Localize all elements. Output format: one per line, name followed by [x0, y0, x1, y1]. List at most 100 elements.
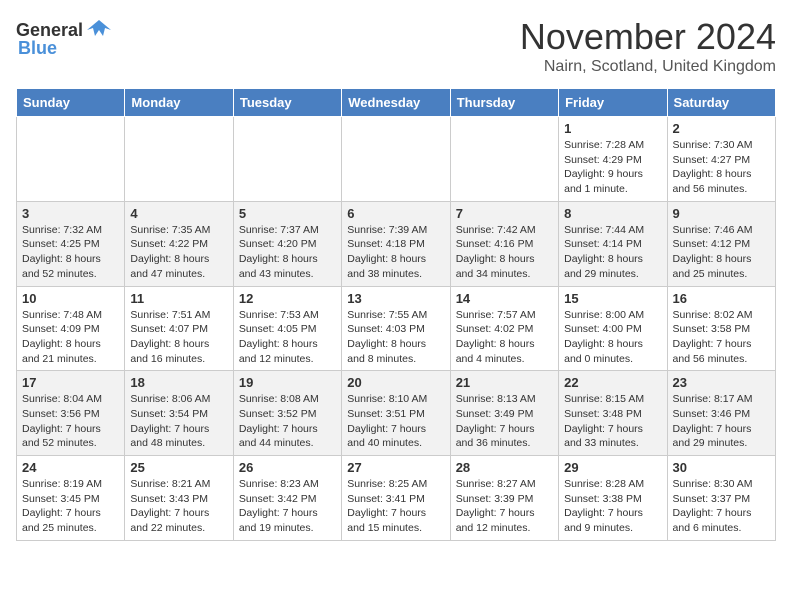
calendar-cell: 17 Sunrise: 8:04 AMSunset: 3:56 PMDayligh…	[17, 371, 125, 456]
day-number: 25	[130, 460, 227, 475]
cell-info: Sunrise: 7:32 AMSunset: 4:25 PMDaylight:…	[22, 223, 119, 282]
calendar-cell: 9 Sunrise: 7:46 AMSunset: 4:12 PMDaylight…	[667, 201, 775, 286]
cell-info: Sunrise: 8:06 AMSunset: 3:54 PMDaylight:…	[130, 392, 227, 451]
cell-info: Sunrise: 7:35 AMSunset: 4:22 PMDaylight:…	[130, 223, 227, 282]
calendar-cell: 16 Sunrise: 8:02 AMSunset: 3:58 PMDayligh…	[667, 286, 775, 371]
calendar-cell: 4 Sunrise: 7:35 AMSunset: 4:22 PMDaylight…	[125, 201, 233, 286]
day-number: 23	[673, 375, 770, 390]
column-header-friday: Friday	[559, 89, 667, 117]
calendar-cell	[342, 117, 450, 202]
logo-text-blue: Blue	[18, 38, 57, 59]
calendar-cell: 13Sunrise: 7:55 AMSunset: 4:03 PMDayligh…	[342, 286, 450, 371]
calendar-cell: 27Sunrise: 8:25 AMSunset: 3:41 PMDayligh…	[342, 456, 450, 541]
calendar-cell	[125, 117, 233, 202]
day-number: 19	[239, 375, 336, 390]
cell-info: Sunrise: 8:02 AMSunset: 3:58 PMDaylight:…	[673, 308, 770, 367]
day-number: 3	[22, 206, 119, 221]
logo-bird-icon	[85, 16, 113, 44]
title-block: November 2024 Nairn, Scotland, United Ki…	[520, 16, 776, 76]
column-header-thursday: Thursday	[450, 89, 558, 117]
calendar-cell: 10 Sunrise: 7:48 AMSunset: 4:09 PMDayligh…	[17, 286, 125, 371]
cell-info: Sunrise: 7:30 AMSunset: 4:27 PMDaylight:…	[673, 138, 770, 197]
day-number: 6	[347, 206, 444, 221]
cell-info: Sunrise: 8:23 AMSunset: 3:42 PMDaylight:…	[239, 477, 336, 536]
page-header: General Blue November 2024 Nairn, Scotla…	[16, 16, 776, 76]
cell-info: Sunrise: 8:30 AMSunset: 3:37 PMDaylight:…	[673, 477, 770, 536]
day-number: 30	[673, 460, 770, 475]
logo: General Blue	[16, 16, 113, 59]
month-title: November 2024	[520, 16, 776, 58]
column-header-saturday: Saturday	[667, 89, 775, 117]
calendar-cell	[17, 117, 125, 202]
day-number: 18	[130, 375, 227, 390]
location-subtitle: Nairn, Scotland, United Kingdom	[520, 58, 776, 76]
cell-info: Sunrise: 8:25 AMSunset: 3:41 PMDaylight:…	[347, 477, 444, 536]
cell-info: Sunrise: 8:28 AMSunset: 3:38 PMDaylight:…	[564, 477, 661, 536]
cell-info: Sunrise: 7:39 AMSunset: 4:18 PMDaylight:…	[347, 223, 444, 282]
day-number: 24	[22, 460, 119, 475]
day-number: 28	[456, 460, 553, 475]
day-number: 1	[564, 121, 661, 136]
cell-info: Sunrise: 8:10 AMSunset: 3:51 PMDaylight:…	[347, 392, 444, 451]
calendar-cell: 23 Sunrise: 8:17 AMSunset: 3:46 PMDayligh…	[667, 371, 775, 456]
column-header-monday: Monday	[125, 89, 233, 117]
column-header-wednesday: Wednesday	[342, 89, 450, 117]
calendar-table: SundayMondayTuesdayWednesdayThursdayFrid…	[16, 88, 776, 541]
cell-info: Sunrise: 8:27 AMSunset: 3:39 PMDaylight:…	[456, 477, 553, 536]
cell-info: Sunrise: 8:08 AMSunset: 3:52 PMDaylight:…	[239, 392, 336, 451]
calendar-week-row: 1 Sunrise: 7:28 AMSunset: 4:29 PMDaylight…	[17, 117, 776, 202]
day-number: 26	[239, 460, 336, 475]
calendar-cell: 3 Sunrise: 7:32 AMSunset: 4:25 PMDaylight…	[17, 201, 125, 286]
cell-info: Sunrise: 8:21 AMSunset: 3:43 PMDaylight:…	[130, 477, 227, 536]
day-number: 11	[130, 291, 227, 306]
calendar-cell: 12Sunrise: 7:53 AMSunset: 4:05 PMDayligh…	[233, 286, 341, 371]
day-number: 14	[456, 291, 553, 306]
calendar-cell: 30 Sunrise: 8:30 AMSunset: 3:37 PMDayligh…	[667, 456, 775, 541]
calendar-cell: 14 Sunrise: 7:57 AMSunset: 4:02 PMDayligh…	[450, 286, 558, 371]
day-number: 9	[673, 206, 770, 221]
cell-info: Sunrise: 7:57 AMSunset: 4:02 PMDaylight:…	[456, 308, 553, 367]
cell-info: Sunrise: 7:55 AMSunset: 4:03 PMDaylight:…	[347, 308, 444, 367]
day-number: 4	[130, 206, 227, 221]
cell-info: Sunrise: 8:17 AMSunset: 3:46 PMDaylight:…	[673, 392, 770, 451]
cell-info: Sunrise: 7:42 AMSunset: 4:16 PMDaylight:…	[456, 223, 553, 282]
cell-info: Sunrise: 8:15 AMSunset: 3:48 PMDaylight:…	[564, 392, 661, 451]
calendar-cell	[233, 117, 341, 202]
cell-info: Sunrise: 7:51 AMSunset: 4:07 PMDaylight:…	[130, 308, 227, 367]
column-header-sunday: Sunday	[17, 89, 125, 117]
calendar-cell: 25 Sunrise: 8:21 AMSunset: 3:43 PMDayligh…	[125, 456, 233, 541]
calendar-cell: 18 Sunrise: 8:06 AMSunset: 3:54 PMDayligh…	[125, 371, 233, 456]
calendar-cell: 21 Sunrise: 8:13 AMSunset: 3:49 PMDayligh…	[450, 371, 558, 456]
calendar-cell: 8Sunrise: 7:44 AMSunset: 4:14 PMDaylight…	[559, 201, 667, 286]
day-number: 22	[564, 375, 661, 390]
day-number: 17	[22, 375, 119, 390]
cell-info: Sunrise: 7:44 AMSunset: 4:14 PMDaylight:…	[564, 223, 661, 282]
day-number: 2	[673, 121, 770, 136]
cell-info: Sunrise: 8:13 AMSunset: 3:49 PMDaylight:…	[456, 392, 553, 451]
calendar-cell: 29 Sunrise: 8:28 AMSunset: 3:38 PMDayligh…	[559, 456, 667, 541]
calendar-cell: 6 Sunrise: 7:39 AMSunset: 4:18 PMDaylight…	[342, 201, 450, 286]
day-number: 10	[22, 291, 119, 306]
day-number: 29	[564, 460, 661, 475]
day-number: 16	[673, 291, 770, 306]
calendar-cell: 2 Sunrise: 7:30 AMSunset: 4:27 PMDaylight…	[667, 117, 775, 202]
cell-info: Sunrise: 7:48 AMSunset: 4:09 PMDaylight:…	[22, 308, 119, 367]
calendar-cell: 24 Sunrise: 8:19 AMSunset: 3:45 PMDayligh…	[17, 456, 125, 541]
calendar-week-row: 10 Sunrise: 7:48 AMSunset: 4:09 PMDayligh…	[17, 286, 776, 371]
cell-info: Sunrise: 7:28 AMSunset: 4:29 PMDaylight:…	[564, 138, 661, 197]
cell-info: Sunrise: 8:19 AMSunset: 3:45 PMDaylight:…	[22, 477, 119, 536]
cell-info: Sunrise: 8:04 AMSunset: 3:56 PMDaylight:…	[22, 392, 119, 451]
day-number: 21	[456, 375, 553, 390]
calendar-cell: 15Sunrise: 8:00 AMSunset: 4:00 PMDayligh…	[559, 286, 667, 371]
calendar-cell: 11 Sunrise: 7:51 AMSunset: 4:07 PMDayligh…	[125, 286, 233, 371]
calendar-cell: 26 Sunrise: 8:23 AMSunset: 3:42 PMDayligh…	[233, 456, 341, 541]
day-number: 5	[239, 206, 336, 221]
calendar-week-row: 24 Sunrise: 8:19 AMSunset: 3:45 PMDayligh…	[17, 456, 776, 541]
cell-info: Sunrise: 7:53 AMSunset: 4:05 PMDaylight:…	[239, 308, 336, 367]
day-number: 20	[347, 375, 444, 390]
calendar-week-row: 17 Sunrise: 8:04 AMSunset: 3:56 PMDayligh…	[17, 371, 776, 456]
cell-info: Sunrise: 7:37 AMSunset: 4:20 PMDaylight:…	[239, 223, 336, 282]
cell-info: Sunrise: 7:46 AMSunset: 4:12 PMDaylight:…	[673, 223, 770, 282]
calendar-cell: 28 Sunrise: 8:27 AMSunset: 3:39 PMDayligh…	[450, 456, 558, 541]
calendar-cell: 20 Sunrise: 8:10 AMSunset: 3:51 PMDayligh…	[342, 371, 450, 456]
